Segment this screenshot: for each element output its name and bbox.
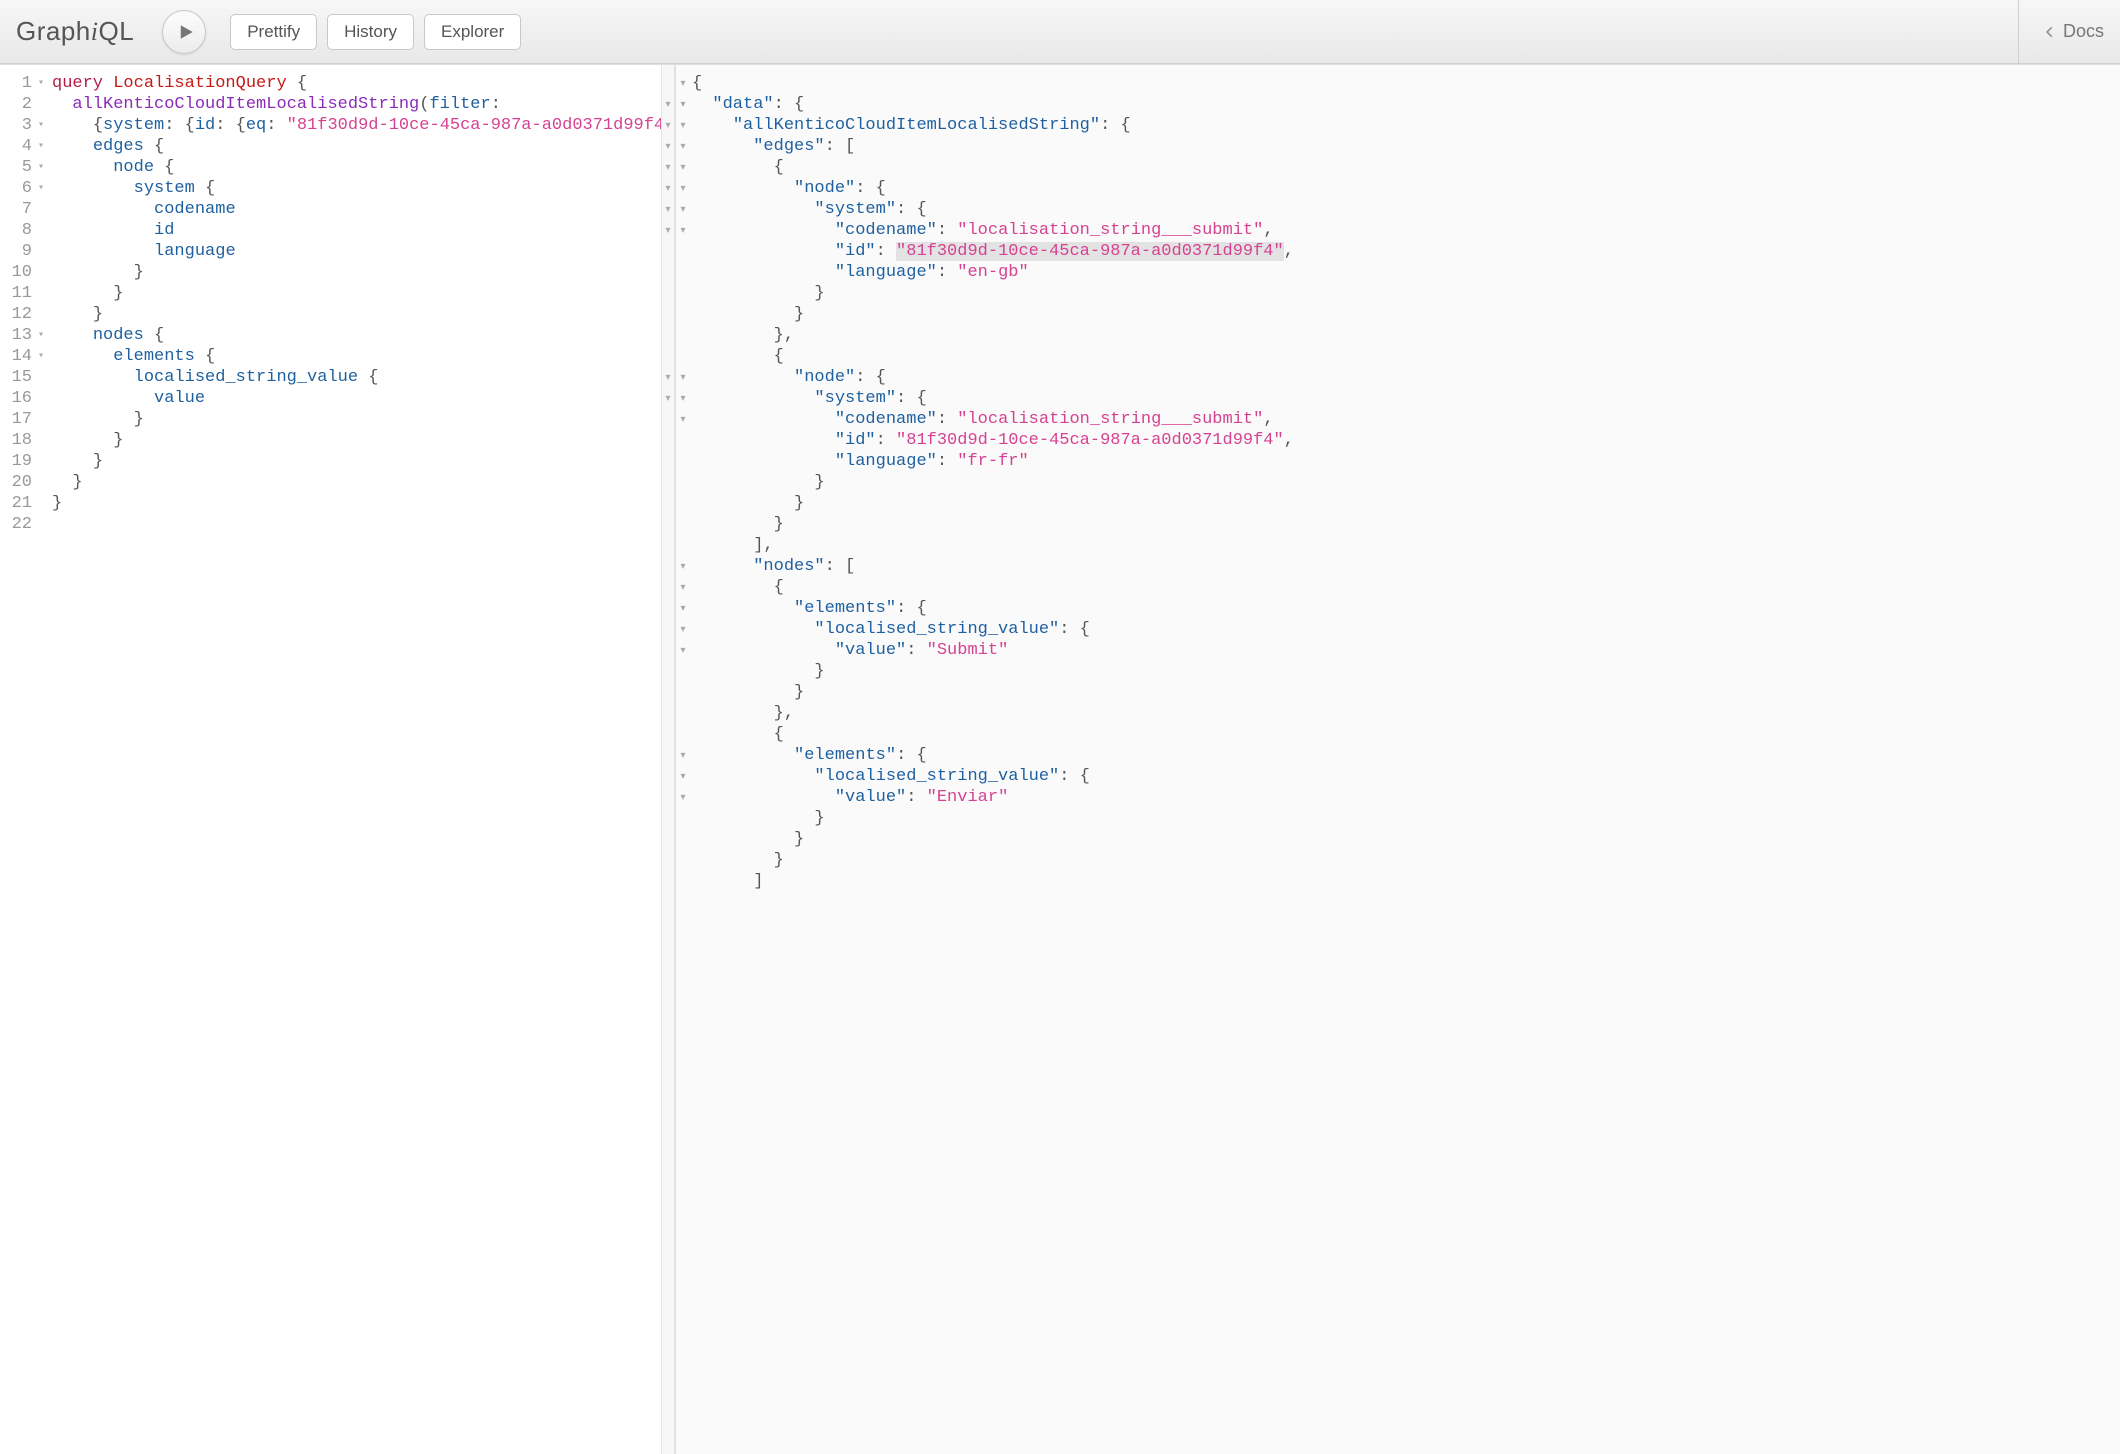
content-area: 1▾23▾4▾5▾6▾78910111213▾14▾15161718192021… (0, 64, 2120, 1454)
explorer-button[interactable]: Explorer (424, 14, 521, 50)
chevron-left-icon (2043, 25, 2057, 39)
prettify-button[interactable]: Prettify (230, 14, 317, 50)
app-logo: GraphiQL (16, 16, 134, 47)
query-code[interactable]: query LocalisationQuery { allKenticoClou… (48, 65, 661, 1454)
result-pane: ▾▾▾▾▾▾▾▾▾▾▾▾▾▾▾▾▾▾▾ { "data": { "allKent… (676, 65, 2120, 1454)
query-editor[interactable]: 1▾23▾4▾5▾6▾78910111213▾14▾15161718192021… (0, 65, 676, 1454)
history-button[interactable]: History (327, 14, 414, 50)
docs-label: Docs (2063, 21, 2104, 42)
toolbar: GraphiQL Prettify History Explorer Docs (0, 0, 2120, 64)
result-code: { "data": { "allKenticoCloudItemLocalise… (690, 65, 2120, 1454)
play-icon (177, 23, 195, 41)
docs-toggle[interactable]: Docs (2018, 0, 2104, 63)
editor-fold-column: ▾▾▾▾▾▾▾▾▾ (661, 65, 675, 1454)
execute-button[interactable] (162, 10, 206, 54)
line-gutter: 1▾23▾4▾5▾6▾78910111213▾14▾15161718192021… (0, 65, 48, 1454)
result-fold-column: ▾▾▾▾▾▾▾▾▾▾▾▾▾▾▾▾▾▾▾ (676, 65, 690, 1454)
